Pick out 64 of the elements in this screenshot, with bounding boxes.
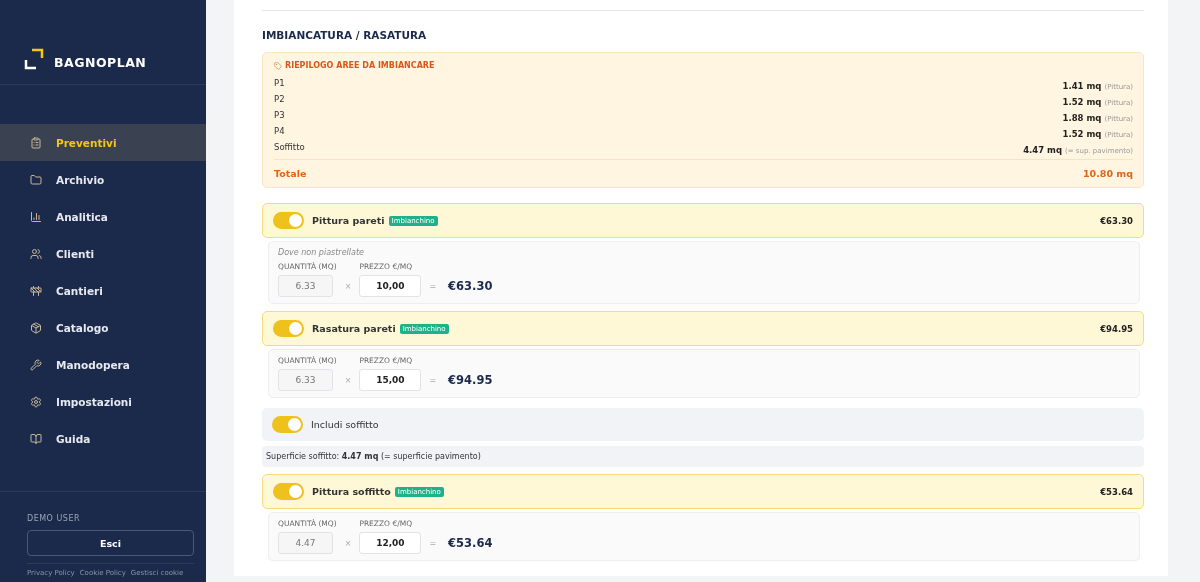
price-field[interactable]: 10,00: [359, 275, 422, 297]
toggle-label: Includi soffitto: [311, 419, 379, 430]
logo-text: BAGNOPLAN: [54, 55, 147, 70]
equals-sign: =: [429, 537, 437, 550]
times-sign: ×: [344, 374, 352, 387]
toggle-switch[interactable]: [273, 483, 304, 500]
service-price: €94.95: [1100, 323, 1133, 334]
service-price: €63.30: [1100, 215, 1133, 226]
folder-icon: [30, 173, 42, 186]
section-title: IMBIANCATURA / RASATURA: [262, 29, 428, 41]
logout-button[interactable]: Esci: [27, 530, 194, 556]
nav-item[interactable]: Catalogo: [0, 309, 206, 346]
book-icon: [30, 432, 42, 445]
tag-icon: [274, 61, 282, 70]
people-icon: [30, 247, 42, 260]
box-icon: [30, 321, 42, 334]
nav-item[interactable]: Clienti: [0, 235, 206, 272]
area-value: 1.52 mq: [1062, 128, 1102, 139]
nav-item[interactable]: Archivio: [0, 161, 206, 198]
service-label: Rasatura pareti: [312, 323, 396, 334]
quantity-field[interactable]: 6.33: [278, 275, 333, 297]
nav-item[interactable]: Guida: [0, 420, 206, 457]
bar-chart-icon: [30, 210, 42, 223]
quantity-field[interactable]: 4.47: [278, 532, 333, 554]
area-value: 1.41 mq: [1062, 80, 1102, 91]
toggle-switch[interactable]: [273, 212, 304, 229]
quantity-field[interactable]: 6.33: [278, 369, 333, 391]
logo-icon: [24, 48, 44, 70]
line-total: €63.30: [448, 278, 493, 295]
nav-item[interactable]: Manodopera: [0, 346, 206, 383]
toggle-switch[interactable]: [272, 416, 303, 433]
line-total: €94.95: [448, 372, 493, 389]
total-label: Totale: [274, 168, 307, 179]
total-value: 10.80 mq: [1082, 168, 1133, 179]
nav-item[interactable]: Cantieri: [0, 272, 206, 309]
price-field[interactable]: 12,00: [359, 532, 422, 554]
service-label: Pittura soffitto: [312, 486, 391, 497]
nav-item[interactable]: Preventivi: [0, 124, 206, 161]
clipboard-icon: [30, 136, 42, 149]
area-value: 1.52 mq: [1062, 96, 1102, 107]
service-label: Pittura pareti: [312, 215, 385, 226]
area-label: Soffitto: [274, 142, 305, 152]
equals-sign: =: [429, 374, 437, 387]
times-sign: ×: [344, 280, 352, 293]
wrench-icon: [30, 358, 42, 371]
user-name: DEMO USER: [27, 514, 81, 523]
summary-title: RIEPILOGO AREE DA IMBIANCARE: [285, 61, 435, 70]
service-price: €53.64: [1100, 486, 1133, 497]
times-sign: ×: [344, 537, 352, 550]
hint-text: Dove non piastrellate: [278, 248, 365, 257]
nav-item[interactable]: Impostazioni: [0, 383, 206, 420]
line-total: €53.64: [448, 535, 493, 552]
settings-icon: [30, 395, 42, 408]
toggle-switch[interactable]: [273, 320, 304, 337]
info-note: Superficie soffitto: 4.47 mq (= superficie pavimento): [262, 446, 1144, 467]
area-label: P3: [274, 110, 285, 120]
nav-item[interactable]: Analitica: [0, 198, 206, 235]
area-label: P1: [274, 78, 285, 88]
price-field[interactable]: 15,00: [359, 369, 422, 391]
area-label: P4: [274, 126, 285, 136]
area-value: 4.47 mq: [1023, 144, 1063, 155]
area-label: P2: [274, 94, 285, 104]
equals-sign: =: [429, 280, 437, 293]
area-value: 1.88 mq: [1062, 112, 1102, 123]
